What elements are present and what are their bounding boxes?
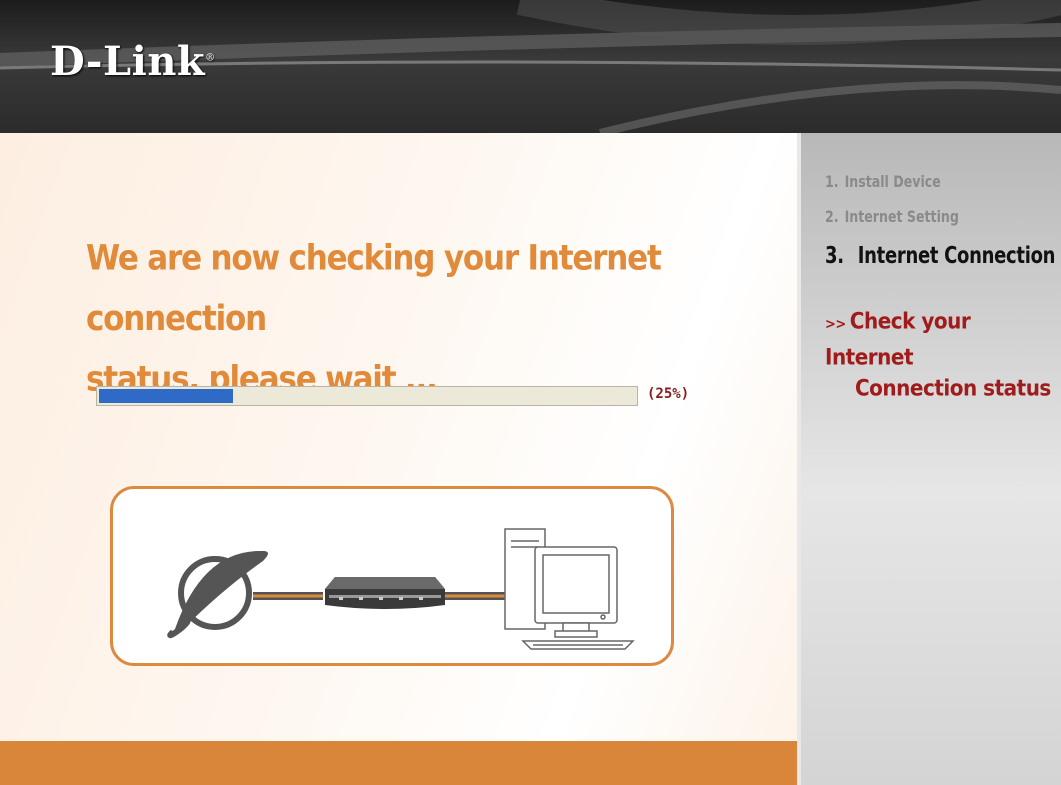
substep-line1: Check your Internet [825, 307, 971, 370]
router-icon [325, 577, 445, 609]
step-number: 3. [825, 241, 844, 269]
step-install-device: 1. Install Device [825, 173, 941, 191]
connection-diagram [110, 486, 674, 666]
status-heading-line1: We are now checking your Internet connec… [86, 238, 662, 339]
step-number: 2. [825, 208, 839, 227]
step-internet-connection: 3. Internet Connection [825, 241, 1055, 269]
computer-icon [504, 528, 635, 650]
step-label: Internet Connection [857, 241, 1056, 269]
dlink-logo: D-Link® [50, 38, 216, 85]
trademark-mark: ® [205, 52, 216, 64]
step-label: Internet Setting [844, 208, 959, 227]
logo-text: D-Link [50, 38, 206, 85]
substep-arrow: >> [825, 316, 846, 333]
bottom-bar [0, 741, 797, 785]
progress-bar [96, 386, 638, 406]
status-heading: We are now checking your Internet connec… [86, 228, 776, 409]
progress-fill [99, 389, 233, 403]
header-banner: D-Link® [0, 0, 1061, 133]
wizard-steps-sidebar: 1. Install Device 2. Internet Setting 3. In… [797, 133, 1061, 785]
step-internet-setting: 2. Internet Setting [825, 208, 959, 226]
step-label: Install Device [844, 173, 941, 192]
step-number: 1. [825, 173, 839, 192]
current-substep: >> Check your Internet Connection status [825, 305, 1061, 404]
substep-line2: Connection status [855, 374, 1051, 402]
progress-percent: (25%) [647, 386, 690, 402]
